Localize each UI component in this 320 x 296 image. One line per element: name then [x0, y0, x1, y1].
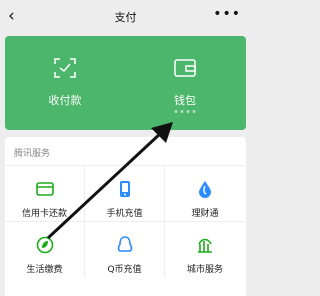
service-label: 生活缴费: [26, 265, 63, 275]
service-label: 理财通: [191, 209, 219, 219]
scan-qr-icon: [54, 58, 76, 78]
service-label: 手机充值: [106, 209, 143, 219]
leaf-icon: [36, 236, 53, 254]
wallet-balance-dots: [174, 110, 196, 113]
section-title: 腾讯服务: [14, 149, 51, 159]
wallet-icon: [174, 59, 196, 77]
service-city[interactable]: 城市服务: [165, 221, 245, 277]
more-icon[interactable]: •••: [213, 6, 241, 22]
service-label: 信用卡还款: [21, 209, 67, 219]
penguin-icon: [117, 236, 132, 252]
service-label: Q币充值: [107, 265, 142, 275]
service-phone-recharge[interactable]: 手机充值: [85, 165, 165, 221]
service-qcoin-recharge[interactable]: Q币充值: [85, 221, 165, 277]
city-icon: [198, 238, 212, 253]
service-credit-card-repay[interactable]: 信用卡还款: [5, 165, 85, 221]
credit-card-icon: [35, 182, 54, 196]
water-drop-icon: [199, 181, 211, 198]
receive-pay-label: 收付款: [48, 94, 82, 107]
phone-icon: [119, 181, 130, 197]
service-utilities[interactable]: 生活缴费: [5, 221, 85, 277]
wallet-label: 钱包: [174, 94, 196, 107]
service-wealth[interactable]: 理财通: [165, 165, 245, 221]
wallet-button[interactable]: 钱包: [125, 36, 245, 130]
tencent-services-card: 腾讯服务 信用卡还款 手机充值 理财通 生活缴费 Q币充值 城市服务: [5, 137, 246, 296]
payment-panel: 收付款 钱包: [5, 36, 246, 130]
nav-bar: ‹ 支付 •••: [0, 0, 251, 34]
service-label: 城市服务: [186, 265, 223, 275]
receive-pay-button[interactable]: 收付款: [5, 36, 125, 130]
